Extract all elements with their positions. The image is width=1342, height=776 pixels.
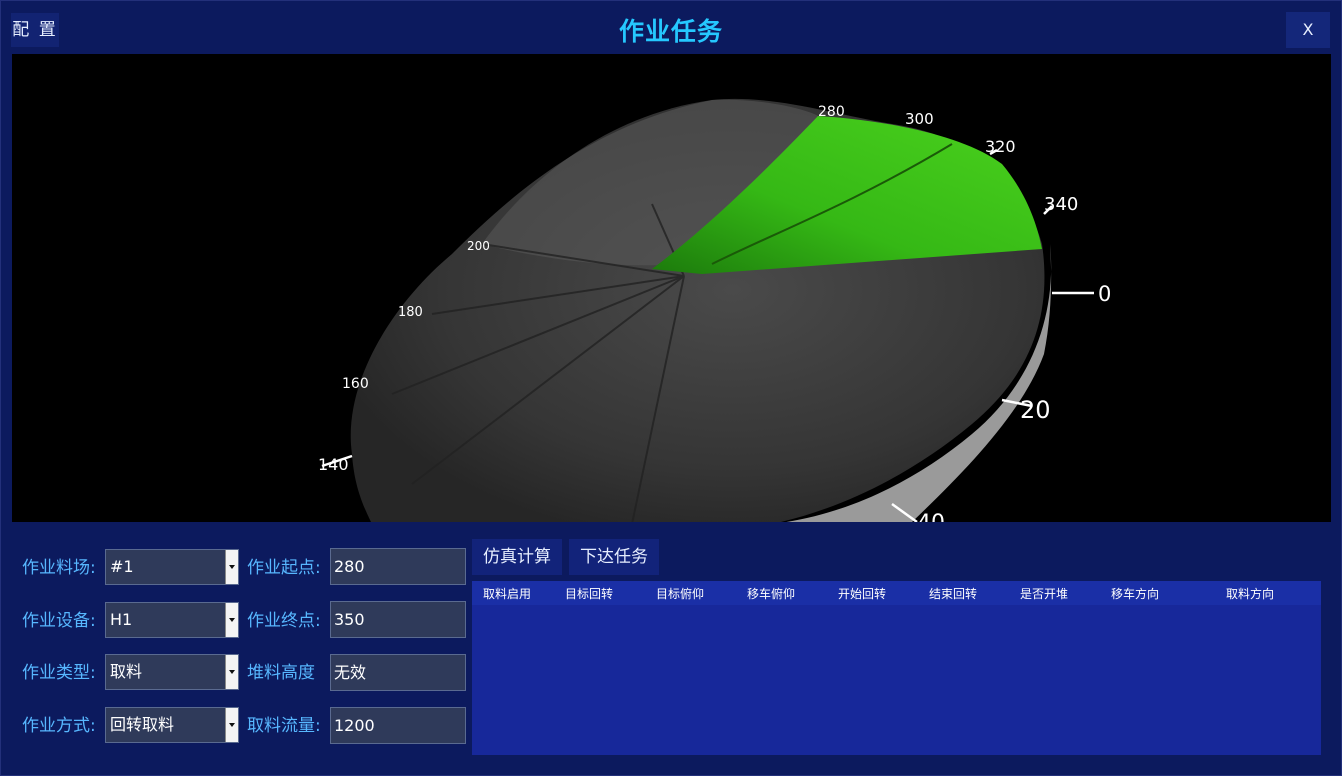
angle-label: 340 xyxy=(1044,194,1078,215)
device-label: 作业设备: xyxy=(22,611,96,631)
mode-value: 回转取料 xyxy=(110,715,175,734)
close-button[interactable]: X xyxy=(1286,12,1330,48)
start-label: 作业起点: xyxy=(247,558,321,578)
type-label: 作业类型: xyxy=(22,663,96,683)
column-header[interactable]: 是否开堆 xyxy=(1020,581,1068,607)
stockpile-3d-view: 280 300 320 340 0 20 40 140 160 180 200 xyxy=(318,98,1111,522)
angle-label: 160 xyxy=(342,376,369,392)
angle-label: 200 xyxy=(467,239,490,253)
yard-value: #1 xyxy=(110,557,134,576)
chevron-down-icon[interactable] xyxy=(225,708,238,742)
height-input[interactable]: 无效 xyxy=(330,654,466,691)
title-bar: 配 置 作业任务 X xyxy=(0,0,1342,56)
column-header[interactable]: 取料方向 xyxy=(1226,581,1274,607)
start-input[interactable]: 280 xyxy=(330,548,466,585)
type-select[interactable]: 取料 xyxy=(105,654,239,690)
angle-label: 320 xyxy=(985,137,1016,156)
angle-label: 140 xyxy=(318,455,349,474)
column-header[interactable]: 取料启用 xyxy=(483,581,531,607)
angle-label: 40 xyxy=(917,511,945,522)
task-table[interactable]: 取料启用 目标回转 目标俯仰 移车俯仰 开始回转 结束回转 是否开堆 移车方向 … xyxy=(472,581,1321,755)
end-input[interactable]: 350 xyxy=(330,601,466,638)
angle-label: 180 xyxy=(398,305,423,320)
angle-label: 20 xyxy=(1020,396,1051,424)
3d-stockpile-viewport[interactable]: 280 300 320 340 0 20 40 140 160 180 200 xyxy=(12,54,1331,522)
type-value: 取料 xyxy=(110,662,143,681)
yard-label: 作业料场: xyxy=(22,558,96,578)
window-title: 作业任务 xyxy=(618,17,723,46)
angle-label: 300 xyxy=(905,110,934,128)
mode-select[interactable]: 回转取料 xyxy=(105,707,239,743)
device-value: H1 xyxy=(110,610,133,629)
flow-label: 取料流量: xyxy=(247,716,321,736)
height-label: 堆料高度 xyxy=(247,663,315,683)
chevron-down-icon[interactable] xyxy=(225,603,238,637)
end-label: 作业终点: xyxy=(247,611,321,631)
angle-label: 280 xyxy=(818,104,845,120)
device-select[interactable]: H1 xyxy=(105,602,239,638)
angle-label: 0 xyxy=(1098,282,1111,306)
dispatch-task-button[interactable]: 下达任务 xyxy=(569,539,659,575)
column-header[interactable]: 移车方向 xyxy=(1111,581,1159,607)
table-header: 取料启用 目标回转 目标俯仰 移车俯仰 开始回转 结束回转 是否开堆 移车方向 … xyxy=(472,581,1321,605)
flow-input[interactable]: 1200 xyxy=(330,707,466,744)
column-header[interactable]: 移车俯仰 xyxy=(747,581,795,607)
simulate-button[interactable]: 仿真计算 xyxy=(472,539,562,575)
yard-select[interactable]: #1 xyxy=(105,549,239,585)
chevron-down-icon[interactable] xyxy=(225,550,238,584)
chevron-down-icon[interactable] xyxy=(225,655,238,689)
column-header[interactable]: 目标回转 xyxy=(565,581,613,607)
column-header[interactable]: 开始回转 xyxy=(838,581,886,607)
column-header[interactable]: 目标俯仰 xyxy=(656,581,704,607)
mode-label: 作业方式: xyxy=(22,716,96,736)
column-header[interactable]: 结束回转 xyxy=(929,581,977,607)
